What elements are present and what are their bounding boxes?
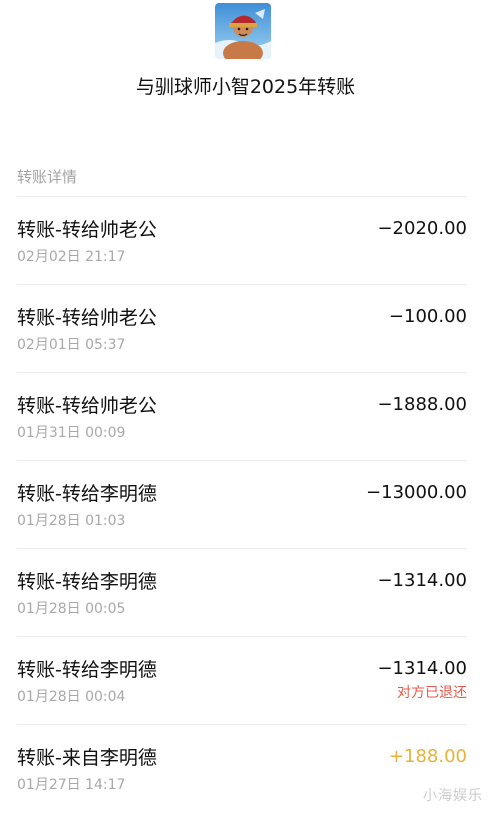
transaction-time: 01月28日 00:04 [17,689,126,705]
page-title: 与驯球师小智2025年转账 [135,76,356,98]
list-item[interactable]: 转账-转给帅老公 02月01日 05:37 −100.00 [17,284,467,372]
section-label: 转账详情 [17,168,78,186]
transaction-title: 转账-转给帅老公 [17,219,157,241]
list-item[interactable]: 转账-转给帅老公 01月31日 00:09 −1888.00 [17,372,467,460]
transaction-time: 01月27日 14:17 [17,777,126,793]
transaction-title: 转账-转给李明德 [17,483,157,505]
transaction-amount: −1888.00 [377,394,467,415]
list-item[interactable]: 转账-转给李明德 01月28日 00:05 −1314.00 [17,548,467,636]
list-item[interactable]: 转账-转给帅老公 02月02日 21:17 −2020.00 [17,196,467,284]
transaction-time: 01月28日 01:03 [17,513,126,529]
transaction-time: 01月31日 00:09 [17,425,126,441]
transaction-title: 转账-转给李明德 [17,571,157,593]
transaction-amount: −1314.00 [377,658,467,679]
transaction-title: 转账-转给李明德 [17,659,157,681]
transaction-title: 转账-转给帅老公 [17,395,157,417]
transaction-amount: −1314.00 [377,570,467,591]
transaction-amount: −2020.00 [377,218,467,239]
transaction-title: 转账-转给帅老公 [17,307,157,329]
transaction-amount: −100.00 [388,306,467,327]
list-item[interactable]: 转账-来自李明德 01月27日 14:17 +188.00 [17,724,467,812]
transaction-amount: −13000.00 [366,482,467,503]
transaction-title: 转账-来自李明德 [17,747,157,769]
list-item[interactable]: 转账-转给李明德 01月28日 00:04 −1314.00 对方已退还 [17,636,467,724]
transaction-time: 01月28日 00:05 [17,601,126,617]
transaction-amount: +188.00 [388,746,467,767]
refund-status: 对方已退还 [397,685,467,701]
profile-avatar-icon [215,3,271,59]
watermark: 小海娱乐 [423,788,483,804]
list-item[interactable]: 转账-转给李明德 01月28日 01:03 −13000.00 [17,460,467,548]
transaction-list: 转账-转给帅老公 02月02日 21:17 −2020.00 转账-转给帅老公 … [17,196,467,812]
header: 与驯球师小智2025年转账 [0,0,491,112]
transaction-time: 02月01日 05:37 [17,337,126,353]
transaction-time: 02月02日 21:17 [17,249,126,265]
avatar[interactable] [215,3,271,59]
